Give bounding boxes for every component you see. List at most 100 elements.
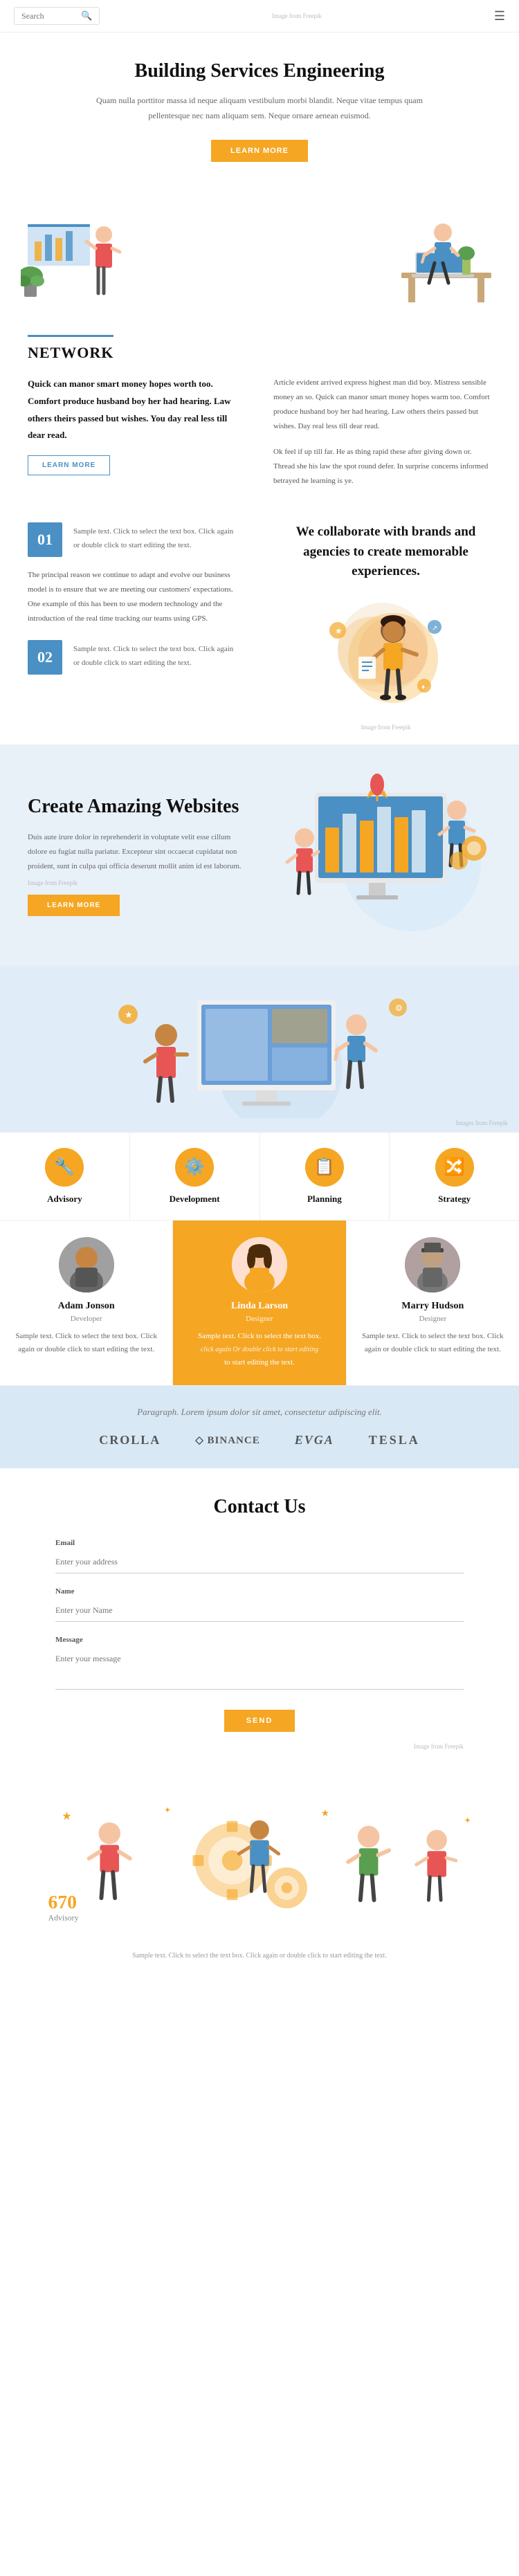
- contact-section: Contact Us Email Name Message SEND Image…: [0, 1468, 519, 1778]
- planning-icon: 📋: [305, 1148, 344, 1187]
- search-bar[interactable]: 🔍: [14, 7, 100, 25]
- services-image-from: Images from Freepik: [456, 1120, 508, 1126]
- hero-description: Quam nulla porttitor massa id neque aliq…: [86, 93, 432, 123]
- marry-name: Marry Hudson: [358, 1301, 508, 1312]
- partners-text: Paragraph. Lorem ipsum dolor sit amet, c…: [28, 1407, 491, 1418]
- partner-logo-evga: EVGA: [295, 1433, 334, 1447]
- planning-label: Planning: [267, 1194, 383, 1205]
- create-illustration: [270, 772, 491, 938]
- marry-photo: [405, 1237, 460, 1292]
- svg-text:↗: ↗: [432, 625, 437, 632]
- contact-submit-button[interactable]: SEND: [224, 1710, 295, 1732]
- bottom-illustration: ★ ✦ ★ ✦ 670 Advisory: [0, 1778, 519, 1944]
- name-field-group: Name: [55, 1587, 464, 1622]
- numbered-item-2: 02 Sample text. Click to select the text…: [28, 640, 239, 675]
- service-item-planning: 📋 Planning: [260, 1133, 390, 1220]
- svg-text:Advisory: Advisory: [48, 1913, 79, 1923]
- hero-title: Building Services Engineering: [55, 60, 464, 82]
- adam-text: Sample text. Click to select the text bo…: [11, 1330, 161, 1355]
- adam-photo: [59, 1237, 114, 1292]
- svg-text:★: ★: [335, 626, 343, 636]
- svg-text:✦: ✦: [164, 1805, 171, 1815]
- strategy-icon: 🔀: [435, 1148, 474, 1187]
- contact-title: Contact Us: [55, 1496, 464, 1518]
- hero-teacher-figure: [21, 203, 131, 314]
- svg-text:★: ★: [125, 1010, 133, 1020]
- contact-image-from: Image from Freepik: [55, 1743, 464, 1750]
- network-learn-more-button[interactable]: LEARN MORE: [28, 455, 110, 475]
- create-description: Duis aute irure dolor in reprehenderit i…: [28, 830, 249, 874]
- svg-text:⚙: ⚙: [395, 1003, 403, 1013]
- linda-name: Linda Larson: [184, 1301, 334, 1312]
- services-icons-row: 🔧 Advisory ⚙️ Development 📋 Planning 🔀 S…: [0, 1132, 519, 1221]
- search-icon: 🔍: [81, 10, 92, 21]
- development-icon: ⚙️: [175, 1148, 214, 1187]
- advisory-icon: 🔧: [45, 1148, 84, 1187]
- network-title: NETWORK: [28, 335, 113, 362]
- bottom-text-area: Sample text. Click to select the text bo…: [0, 1944, 519, 1982]
- partner-logo-crolla: CROLLA: [99, 1433, 161, 1447]
- collaborate-title: We collaborate with brands and agencies …: [280, 522, 491, 582]
- search-input[interactable]: [21, 11, 77, 21]
- number-box-2: 02: [28, 640, 62, 675]
- team-section: Adam Jonson Developer Sample text. Click…: [0, 1221, 519, 1386]
- network-section: NETWORK Quick can manor smart money hope…: [0, 314, 519, 509]
- team-member-adam: Adam Jonson Developer Sample text. Click…: [0, 1221, 173, 1385]
- svg-text:♦: ♦: [421, 684, 425, 691]
- svg-text:670: 670: [48, 1891, 77, 1912]
- form-submit-row: SEND: [55, 1710, 464, 1732]
- create-learn-more-button[interactable]: LEARN MORE: [28, 895, 120, 916]
- image-from-label: Image from Freepik: [272, 12, 322, 19]
- partners-logos-row: CROLLA ◇ BINANCE EVGA TESLA: [28, 1433, 491, 1447]
- network-grid: Quick can manor smart money hopes worth …: [28, 376, 491, 488]
- name-label: Name: [55, 1587, 464, 1596]
- linda-text2: to start editing the text.: [184, 1356, 334, 1369]
- team-member-linda[interactable]: Linda Larson Designer Sample text. Click…: [173, 1221, 346, 1385]
- advisory-label: Advisory: [7, 1194, 122, 1205]
- message-input[interactable]: [55, 1648, 464, 1690]
- partner-logo-tesla: TESLA: [369, 1433, 420, 1447]
- hamburger-menu-icon[interactable]: ☰: [494, 9, 505, 24]
- hero-desk-figure: [360, 203, 498, 314]
- create-text-col: Create Amazing Websites Duis aute irure …: [28, 794, 249, 916]
- svg-text:★: ★: [321, 1808, 329, 1818]
- contact-form: Email Name Message SEND: [55, 1539, 464, 1732]
- collaborate-illustration: ★ ↗ ♦: [317, 596, 455, 720]
- development-label: Development: [137, 1194, 253, 1205]
- numbered-section: 01 Sample text. Click to select the text…: [0, 509, 519, 745]
- email-field-group: Email: [55, 1539, 464, 1573]
- service-item-advisory: 🔧 Advisory: [0, 1133, 130, 1220]
- service-item-development: ⚙️ Development: [130, 1133, 260, 1220]
- name-input[interactable]: [55, 1600, 464, 1622]
- site-header: 🔍 Image from Freepik ☰: [0, 0, 519, 33]
- network-left-text: Quick can manor smart money hopes worth …: [28, 376, 246, 444]
- adam-name: Adam Jonson: [11, 1301, 161, 1312]
- partner-logo-binance: ◇ BINANCE: [195, 1434, 260, 1447]
- create-image-from: Image from Freepik: [28, 879, 249, 886]
- network-left-col: Quick can manor smart money hopes worth …: [28, 376, 246, 488]
- message-field-group: Message: [55, 1636, 464, 1693]
- create-section: Create Amazing Websites Duis aute irure …: [0, 745, 519, 966]
- numbered-text-2: Sample text. Click to select the text bo…: [73, 643, 239, 670]
- linda-text: Sample text. Click to select the text bo…: [184, 1330, 334, 1343]
- network-right-col: Article evident arrived express highest …: [273, 376, 491, 488]
- hero-illustration: [0, 190, 519, 314]
- network-right-para2: Ok feel if up till far. He as thing rapi…: [273, 445, 491, 488]
- hero-cta-button[interactable]: LEARN MORE: [211, 140, 308, 162]
- hero-section: Building Services Engineering Quam nulla…: [0, 33, 519, 190]
- principal-text: The principal reason we continue to adap…: [28, 568, 239, 626]
- marry-text: Sample text. Click to select the text bo…: [358, 1330, 508, 1355]
- strategy-label: Strategy: [397, 1194, 512, 1205]
- number-box-1: 01: [28, 522, 62, 557]
- create-title: Create Amazing Websites: [28, 794, 249, 819]
- email-label: Email: [55, 1539, 464, 1547]
- svg-text:★: ★: [62, 1811, 71, 1823]
- message-label: Message: [55, 1636, 464, 1644]
- linda-role: Designer: [184, 1315, 334, 1323]
- team-member-marry: Marry Hudson Designer Sample text. Click…: [347, 1221, 519, 1385]
- services-hero: Images from Freepik ★ ⚙: [0, 966, 519, 1132]
- marry-role: Designer: [358, 1315, 508, 1323]
- email-input[interactable]: [55, 1551, 464, 1573]
- linda-photo: [232, 1237, 287, 1292]
- numbered-text-1: Sample text. Click to select the text bo…: [73, 525, 239, 553]
